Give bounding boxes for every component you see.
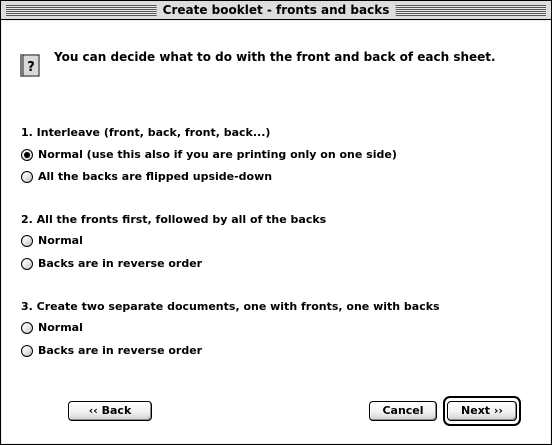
radio-button[interactable]	[21, 322, 33, 334]
radio-label: Backs are in reverse order	[38, 257, 203, 270]
radio-label: Normal (use this also if you are printin…	[38, 148, 397, 161]
title-bar[interactable]: Create booklet - fronts and backs	[1, 1, 551, 20]
question-document-icon: ?	[20, 54, 40, 77]
create-booklet-window: Create booklet - fronts and backs ? You …	[0, 0, 552, 445]
radio-label: All the backs are flipped upside-down	[38, 170, 273, 183]
radio-label: Normal	[38, 234, 83, 247]
svg-text:?: ?	[27, 60, 35, 75]
section-interleave-title: 1. Interleave (front, back, front, back.…	[21, 126, 271, 139]
section-separate-docs-title: 3. Create two separate documents, one wi…	[21, 300, 440, 313]
radio-label: Backs are in reverse order	[38, 344, 203, 357]
radio-interleave-flipped[interactable]: All the backs are flipped upside-down	[21, 169, 272, 185]
back-button[interactable]: ‹‹ Back	[68, 401, 152, 421]
radio-separate-reverse[interactable]: Backs are in reverse order	[21, 343, 202, 359]
radio-button[interactable]	[21, 235, 33, 247]
radio-button[interactable]	[21, 171, 33, 183]
next-button[interactable]: Next ››	[447, 401, 517, 421]
radio-interleave-normal[interactable]: Normal (use this also if you are printin…	[21, 147, 397, 163]
radio-fronts-first-normal[interactable]: Normal	[21, 233, 83, 249]
radio-button[interactable]	[21, 258, 33, 270]
radio-button-selected[interactable]	[21, 149, 33, 161]
radio-separate-normal[interactable]: Normal	[21, 320, 83, 336]
section-fronts-first-title: 2. All the fronts first, followed by all…	[21, 213, 327, 226]
window-title: Create booklet - fronts and backs	[156, 2, 396, 18]
intro-text: You can decide what to do with the front…	[54, 50, 496, 64]
cancel-button[interactable]: Cancel	[369, 401, 437, 421]
radio-fronts-first-reverse[interactable]: Backs are in reverse order	[21, 256, 202, 272]
radio-button[interactable]	[21, 345, 33, 357]
radio-label: Normal	[38, 321, 83, 334]
dialog-content: ? You can decide what to do with the fro…	[2, 21, 550, 443]
